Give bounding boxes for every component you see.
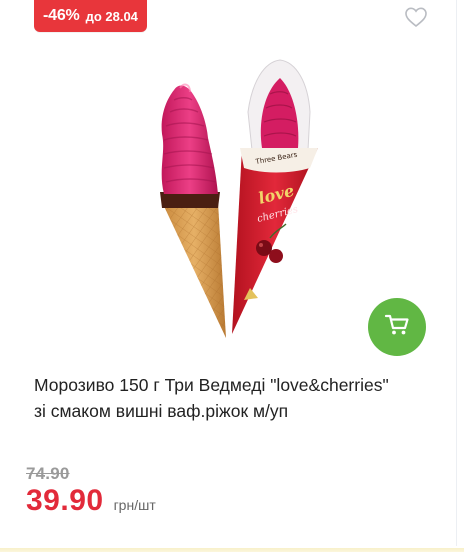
discount-percent: -46% bbox=[43, 7, 80, 24]
product-title-line-2: зі смаком вишні ваф.ріжок м/уп bbox=[34, 401, 289, 421]
product-card[interactable]: -46% до 28.04 Three Bears love cherries … bbox=[0, 0, 457, 546]
old-price: 74.90 bbox=[26, 464, 70, 483]
product-title-line-1: Морозиво 150 г Три Ведмеді "love&cherrie… bbox=[34, 375, 389, 395]
bottom-divider bbox=[0, 548, 464, 552]
heart-icon[interactable] bbox=[404, 6, 428, 28]
price-unit: грн/шт bbox=[113, 497, 156, 513]
cart-icon bbox=[384, 313, 410, 342]
wafer-cone bbox=[160, 83, 226, 338]
discount-badge: -46% до 28.04 bbox=[34, 0, 147, 32]
current-price: 39.90 bbox=[26, 484, 104, 517]
product-title[interactable]: Морозиво 150 г Три Ведмеді "love&cherrie… bbox=[34, 372, 434, 424]
product-image[interactable]: Three Bears love cherries bbox=[140, 52, 330, 344]
price-row: 39.90 грн/шт bbox=[26, 484, 156, 518]
packaged-cone: Three Bears love cherries bbox=[232, 59, 318, 334]
discount-until: до 28.04 bbox=[85, 8, 138, 24]
add-to-cart-button[interactable] bbox=[368, 298, 426, 356]
